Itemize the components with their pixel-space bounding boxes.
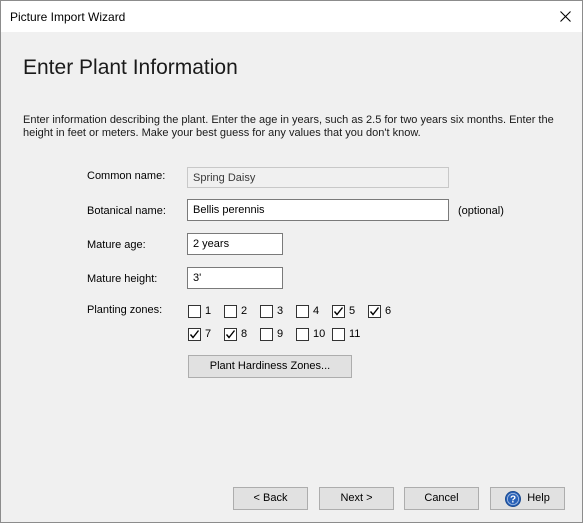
- page-description: Enter information describing the plant. …: [23, 114, 554, 139]
- zone-label: 1: [205, 305, 212, 317]
- common-name-label: Common name:: [87, 170, 166, 182]
- wizard-window: Picture Import Wizard Enter Plant Inform…: [0, 0, 583, 523]
- checkbox-box[interactable]: [332, 327, 345, 341]
- zone-label: 6: [385, 305, 392, 317]
- zone-checkbox-1[interactable]: 1: [188, 303, 211, 319]
- zone-checkbox-7[interactable]: 7: [188, 326, 211, 342]
- svg-text:?: ?: [510, 494, 516, 505]
- cancel-button[interactable]: Cancel: [404, 487, 479, 510]
- botanical-name-field[interactable]: [187, 199, 449, 221]
- zone-label: 10: [313, 328, 326, 340]
- header-panel: Enter Plant Information: [1, 32, 582, 104]
- checkmark-icon: [369, 306, 380, 316]
- zone-label: 8: [241, 328, 248, 340]
- zone-checkbox-2[interactable]: 2: [224, 303, 247, 319]
- botanical-name-label: Botanical name:: [87, 205, 166, 217]
- mature-height-label: Mature height:: [87, 273, 158, 285]
- zone-checkbox-3[interactable]: 3: [260, 303, 283, 319]
- close-icon: [560, 11, 571, 22]
- help-icon: ?: [505, 490, 522, 507]
- checkmark-icon: [225, 329, 236, 339]
- checkbox-box[interactable]: [260, 327, 273, 341]
- zone-label: 2: [241, 305, 248, 317]
- back-button[interactable]: < Back: [233, 487, 308, 510]
- zone-label: 5: [349, 305, 356, 317]
- zone-checkbox-9[interactable]: 9: [260, 326, 283, 342]
- zone-checkbox-10[interactable]: 10: [296, 326, 325, 342]
- zone-label: 11: [349, 328, 361, 340]
- page-title: Enter Plant Information: [23, 56, 238, 79]
- checkbox-box[interactable]: [332, 304, 345, 318]
- zone-label: 7: [205, 328, 212, 340]
- zone-label: 4: [313, 305, 320, 317]
- mature-height-field[interactable]: [187, 267, 283, 289]
- common-name-field: [187, 167, 449, 188]
- optional-hint: (optional): [458, 205, 504, 217]
- checkbox-box[interactable]: [224, 304, 237, 318]
- checkbox-box[interactable]: [296, 327, 309, 341]
- checkbox-box[interactable]: [260, 304, 273, 318]
- zone-checkbox-11[interactable]: 11: [332, 326, 360, 342]
- help-button-label: Help: [527, 492, 550, 504]
- mature-age-field[interactable]: [187, 233, 283, 255]
- help-button[interactable]: ? Help: [490, 487, 565, 510]
- checkmark-icon: [189, 329, 200, 339]
- window-title: Picture Import Wizard: [10, 10, 126, 24]
- zone-label: 9: [277, 328, 284, 340]
- checkbox-box[interactable]: [188, 304, 201, 318]
- zone-label: 3: [277, 305, 284, 317]
- zone-checkbox-6[interactable]: 6: [368, 303, 391, 319]
- title-bar: Picture Import Wizard: [1, 1, 582, 32]
- checkbox-box[interactable]: [188, 327, 201, 341]
- zone-checkbox-8[interactable]: 8: [224, 326, 247, 342]
- checkbox-box[interactable]: [368, 304, 381, 318]
- next-button[interactable]: Next >: [319, 487, 394, 510]
- checkbox-box[interactable]: [296, 304, 309, 318]
- checkmark-icon: [333, 306, 344, 316]
- checkbox-box[interactable]: [224, 327, 237, 341]
- plant-hardiness-zones-button[interactable]: Plant Hardiness Zones...: [188, 355, 352, 378]
- close-button[interactable]: [548, 1, 582, 32]
- zone-checkbox-4[interactable]: 4: [296, 303, 319, 319]
- zone-checkbox-5[interactable]: 5: [332, 303, 355, 319]
- mature-age-label: Mature age:: [87, 239, 146, 251]
- planting-zones-label: Planting zones:: [87, 304, 163, 316]
